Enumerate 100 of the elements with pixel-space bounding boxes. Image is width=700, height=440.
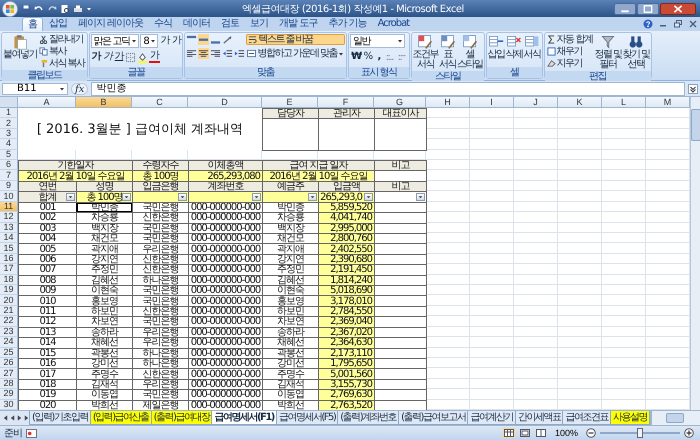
row-header[interactable]: 25 xyxy=(0,348,18,358)
ribbon-tab[interactable]: 삽입 xyxy=(44,17,72,31)
orientation-icon[interactable] xyxy=(222,34,234,45)
row-header[interactable]: 7 xyxy=(0,170,18,181)
close-button[interactable] xyxy=(660,2,696,14)
row-header[interactable]: 13 xyxy=(0,222,18,233)
wrap-text-button[interactable]: 텍스트 줄 바꿈 xyxy=(246,34,346,45)
comma-button[interactable]: , xyxy=(374,51,384,63)
sheet-tab[interactable]: 사용설명 xyxy=(610,411,650,425)
filter-button[interactable] xyxy=(122,193,131,201)
ribbon-tab[interactable]: 개발 도구 xyxy=(274,17,322,31)
view-icon[interactable] xyxy=(502,428,515,438)
column-header[interactable]: L xyxy=(602,97,646,108)
format-painter-button[interactable]: 서식 복사 xyxy=(38,58,86,69)
row-header[interactable]: 24 xyxy=(0,337,18,348)
editing-button[interactable]: 채우기 xyxy=(546,46,594,57)
editing-button[interactable]: 정렬 및 필터 xyxy=(594,34,622,70)
row-header[interactable]: 15 xyxy=(0,243,18,254)
minimize-button[interactable] xyxy=(614,2,636,14)
save-icon[interactable] xyxy=(21,4,31,14)
font-size-field[interactable]: 8 xyxy=(140,34,158,48)
row-header[interactable]: 5 xyxy=(0,150,18,160)
restore-icon[interactable] xyxy=(673,19,683,29)
grow-font-button[interactable]: 가 xyxy=(159,35,170,47)
sheet-tab[interactable]: (입력)급여산출 xyxy=(90,411,152,425)
sheet-tab[interactable]: 급여명세서(F1) xyxy=(211,411,277,425)
ribbon-tab[interactable]: 추가 기능 xyxy=(323,17,372,31)
view-icon[interactable] xyxy=(534,428,547,438)
ribbon-tab[interactable]: 페이지 레이아웃 xyxy=(73,17,148,31)
sheet-tab[interactable]: (출력)급여대장 xyxy=(150,411,212,425)
column-header[interactable]: C xyxy=(132,97,188,108)
row-header[interactable]: 22 xyxy=(0,316,18,327)
row-header[interactable]: 20 xyxy=(0,295,18,306)
fill-color-icon[interactable] xyxy=(137,52,148,62)
number-format-field[interactable]: 일반 xyxy=(350,34,406,48)
filter-button[interactable] xyxy=(364,193,373,201)
column-header[interactable]: H xyxy=(426,97,470,108)
ribbon-tab[interactable]: 홈 xyxy=(22,17,43,31)
row-header[interactable]: 19 xyxy=(0,285,18,296)
style-button[interactable]: 셀 스타일 xyxy=(457,34,483,70)
column-header[interactable]: G xyxy=(374,97,426,108)
bold-button[interactable]: 가 xyxy=(90,51,102,63)
filter-button[interactable] xyxy=(66,193,75,201)
filter-button[interactable] xyxy=(178,193,187,201)
cut-button[interactable]: 잘라내기 xyxy=(38,34,86,45)
row-header[interactable]: 14 xyxy=(0,232,18,244)
font-color-button[interactable]: 가 xyxy=(149,51,160,63)
help-icon[interactable] xyxy=(643,19,653,29)
sheet-tab[interactable]: 급여명세서(F5) xyxy=(276,411,338,425)
font-name-field[interactable]: 맑은 고딕 xyxy=(90,34,140,48)
editing-button[interactable]: 지우기 xyxy=(546,58,594,69)
row-header[interactable]: 28 xyxy=(0,378,18,390)
currency-button[interactable]: ₩ xyxy=(350,51,362,63)
zoom-out-icon[interactable] xyxy=(586,428,596,438)
cells-button[interactable]: 삭제 xyxy=(506,34,523,60)
ribbon-tab[interactable]: 수식 xyxy=(149,17,178,31)
horizontal-align-icon[interactable] xyxy=(198,48,210,59)
cells-button[interactable]: 서식 xyxy=(524,34,541,60)
borders-icon[interactable] xyxy=(125,52,136,62)
horizontal-align-icon[interactable] xyxy=(186,48,198,59)
maximize-button[interactable] xyxy=(637,2,659,14)
row-header[interactable]: 26 xyxy=(0,358,18,368)
row-header[interactable]: 18 xyxy=(0,274,18,286)
filter-button[interactable] xyxy=(252,193,261,201)
sheet-tab[interactable]: 급여계산기 xyxy=(467,411,516,425)
horizontal-scrollbar[interactable] xyxy=(650,411,700,425)
ribbon-tab[interactable]: Acrobat xyxy=(372,17,414,31)
row-header[interactable]: 21 xyxy=(0,306,18,316)
formula-field[interactable]: 박민종 xyxy=(91,82,685,96)
row-header[interactable]: 1 xyxy=(0,108,18,118)
row-header[interactable]: 30 xyxy=(0,400,18,410)
expand-icon[interactable] xyxy=(688,84,698,94)
italic-button[interactable]: 가 xyxy=(102,51,113,63)
underline-button[interactable]: 가 xyxy=(114,51,124,63)
row-header[interactable]: 12 xyxy=(0,212,18,223)
row-header[interactable]: 9 xyxy=(0,180,18,192)
column-header[interactable]: A xyxy=(18,97,76,108)
printer-icon[interactable] xyxy=(73,4,83,14)
close-icon[interactable] xyxy=(688,19,698,29)
ribbon-tab[interactable]: 데이터 xyxy=(178,17,216,31)
paste-button[interactable]: 붙여넣기 xyxy=(3,34,37,60)
vertical-align-icon[interactable] xyxy=(198,34,210,45)
merge-center-button[interactable]: 병합하고 가운데 맞춤 xyxy=(246,48,346,59)
vertical-scrollbar[interactable] xyxy=(690,97,700,410)
filter-button[interactable] xyxy=(308,193,317,201)
sheet-tab[interactable]: (입력)기초입력 xyxy=(29,411,91,425)
decrease-indent-icon[interactable] xyxy=(222,48,234,59)
shrink-font-button[interactable]: 가 xyxy=(170,35,182,47)
cells-button[interactable]: 삽입 xyxy=(488,34,505,60)
column-header[interactable]: F xyxy=(318,97,374,108)
ribbon-tab[interactable]: 검토 xyxy=(216,17,244,31)
column-header[interactable]: M xyxy=(646,97,690,108)
row-header[interactable]: 23 xyxy=(0,326,18,338)
column-header[interactable]: I xyxy=(470,97,514,108)
editing-button[interactable]: 찾기 및 선택 xyxy=(622,34,650,70)
row-header[interactable]: 27 xyxy=(0,368,18,379)
increase-indent-icon[interactable] xyxy=(234,48,246,59)
customize-caret-icon[interactable] xyxy=(86,6,92,12)
ribbon-tab[interactable]: 보기 xyxy=(245,17,274,31)
row-header[interactable]: 16 xyxy=(0,254,18,264)
